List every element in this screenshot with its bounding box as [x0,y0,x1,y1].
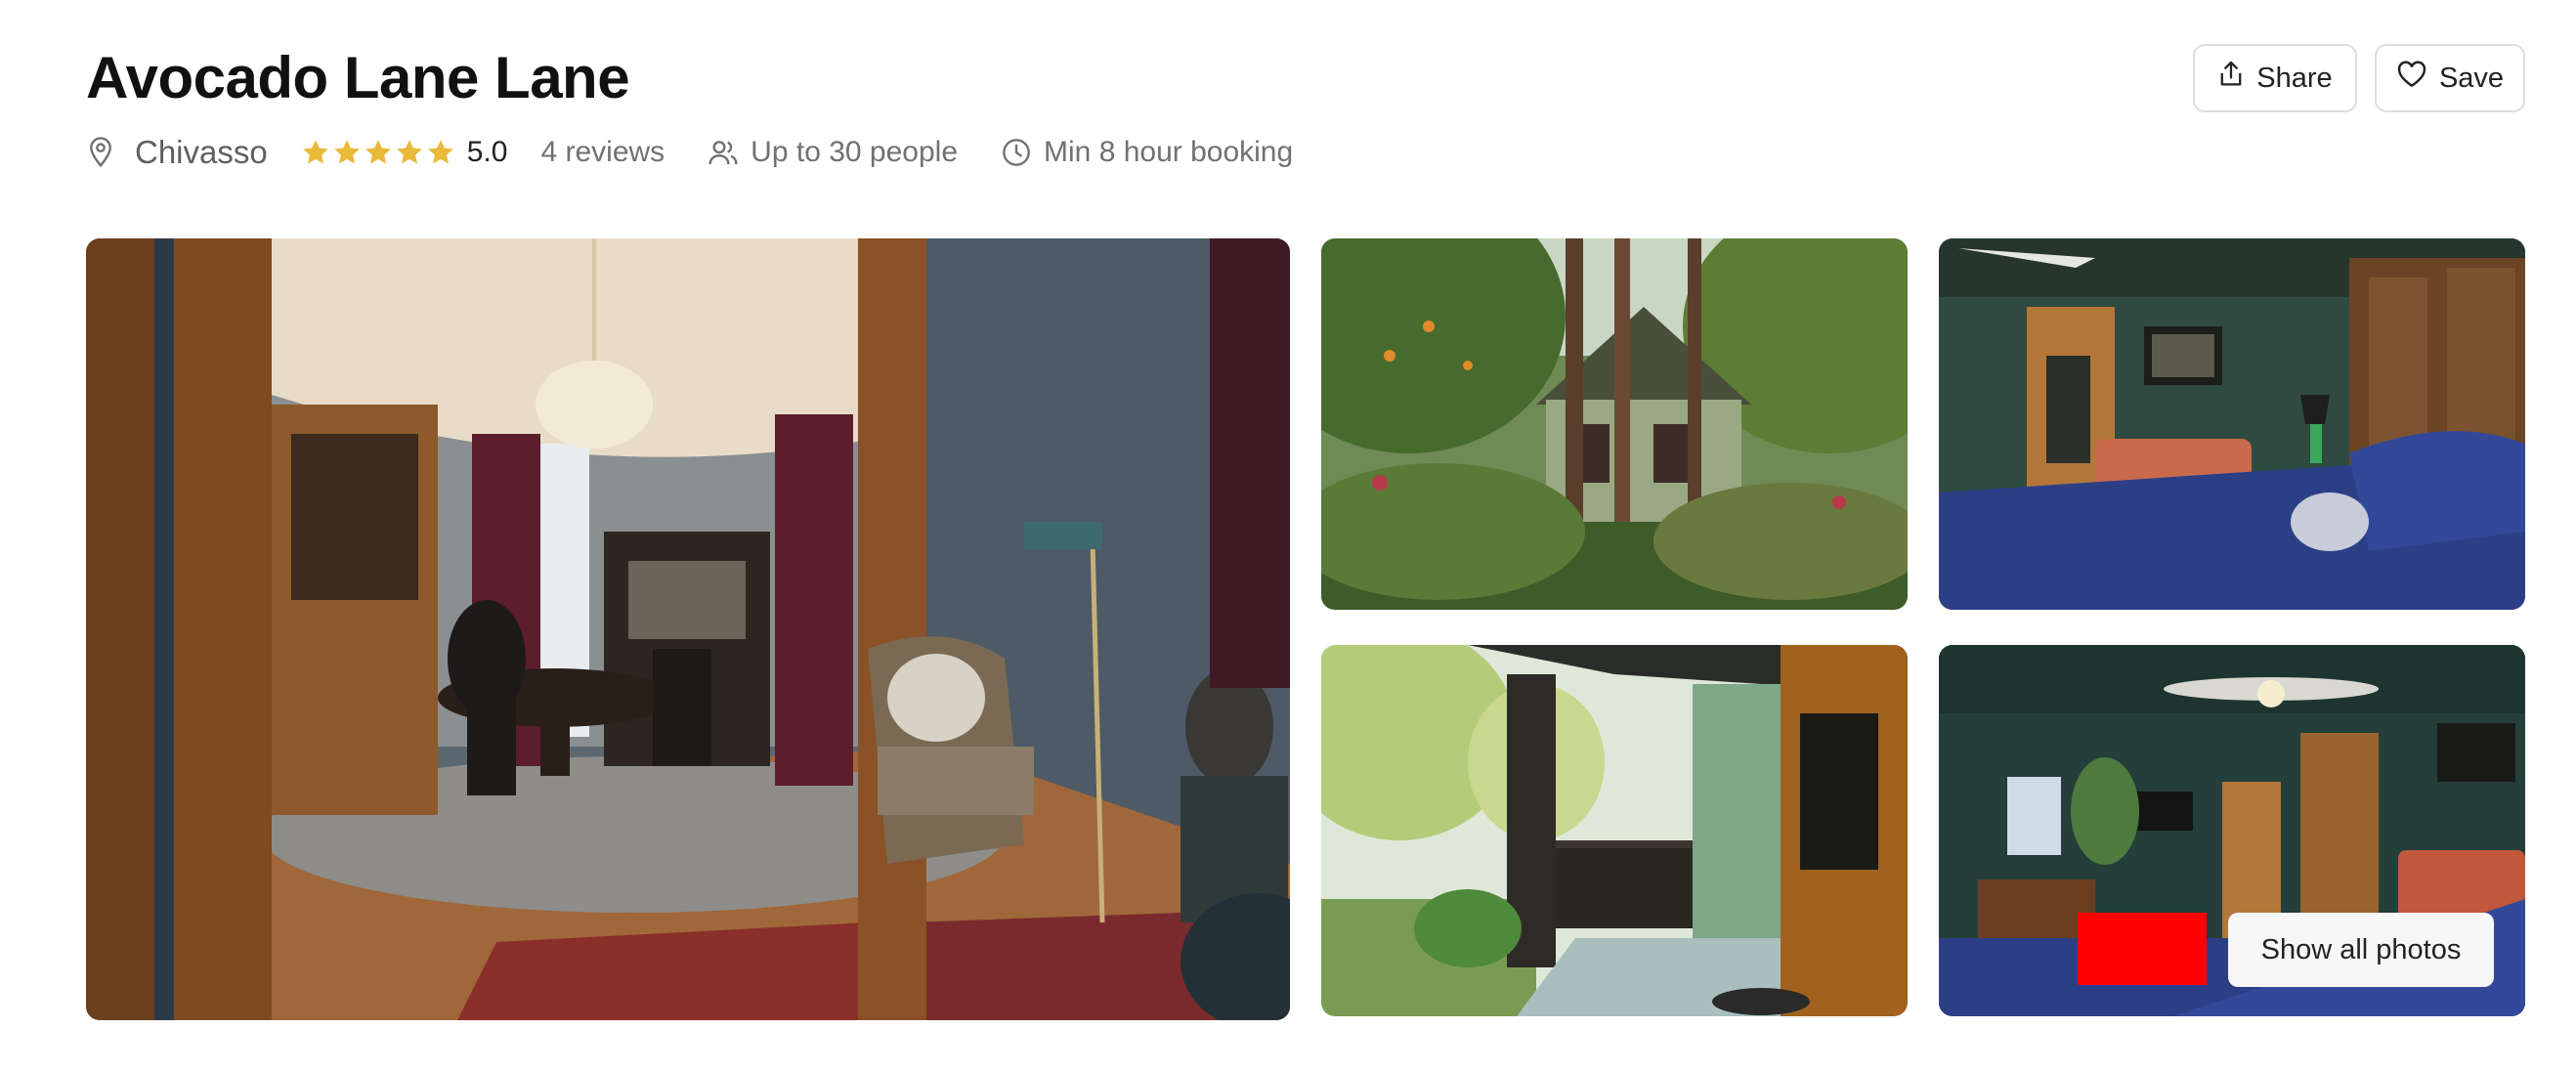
bedroom-photo[interactable] [1939,238,2525,610]
rating-value: 5.0 [466,136,508,168]
main-photo[interactable] [86,238,1290,1020]
house-exterior-photo[interactable] [1321,238,1908,610]
capacity-group: Up to 30 people [696,136,958,169]
bedroom-image [1939,238,2525,610]
capacity-text: Up to 30 people [751,136,959,168]
star-rating [301,138,457,167]
porch-image [1321,645,1908,1016]
star-icon [332,138,364,167]
dining-room-image [86,238,1290,1020]
listing-title: Avocado Lane Lane [86,45,630,110]
save-button[interactable]: Save [2375,44,2525,112]
share-button[interactable]: Share [2193,44,2357,112]
clock-icon [1001,137,1032,168]
listing-meta: Chivasso 5.0 4 reviews Up to 30 people M… [86,131,1293,174]
star-icon [426,138,457,167]
star-icon [301,138,332,167]
map-pin-icon [86,136,115,169]
location-group: Chivasso [86,134,268,171]
location-name: Chivasso [135,134,268,170]
share-label: Share [2256,62,2333,94]
reviews-link[interactable]: 4 reviews [540,136,665,169]
heart-icon [2396,60,2439,97]
share-icon [2217,60,2256,97]
star-icon [395,138,426,167]
save-label: Save [2438,62,2505,94]
porch-photo[interactable] [1321,645,1908,1016]
star-icon [364,138,395,167]
red-marker [2078,913,2207,985]
show-all-photos-button[interactable]: Show all photos [2228,913,2494,987]
people-icon [708,137,739,168]
min-booking-text: Min 8 hour booking [1044,136,1294,168]
house-exterior-image [1321,238,1908,610]
booking-group: Min 8 hour booking [989,136,1293,169]
